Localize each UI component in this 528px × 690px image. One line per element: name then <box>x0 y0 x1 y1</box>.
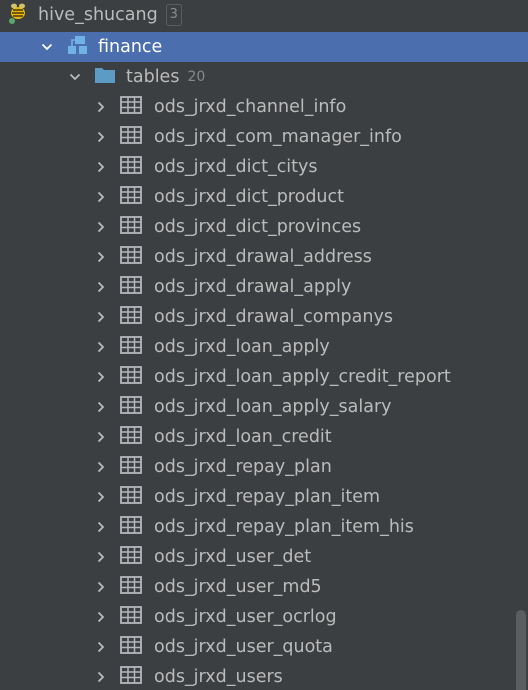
table-name: ods_jrxd_dict_citys <box>154 157 318 177</box>
chevron-right-icon[interactable] <box>94 400 108 414</box>
table-icon <box>120 126 142 148</box>
node-count-badge: 3 <box>165 4 182 26</box>
table-row[interactable]: ods_jrxd_drawal_apply <box>0 272 514 302</box>
table-row[interactable]: ods_jrxd_drawal_companys <box>0 302 514 332</box>
table-icon <box>120 486 142 508</box>
schema-icon <box>66 35 88 59</box>
table-icon <box>120 306 142 328</box>
table-row[interactable]: ods_jrxd_repay_plan_item <box>0 482 514 512</box>
chevron-down-icon[interactable] <box>40 40 54 54</box>
table-name: ods_jrxd_repay_plan_item <box>154 487 381 507</box>
table-icon <box>120 636 142 658</box>
chevron-right-icon[interactable] <box>94 370 108 384</box>
chevron-right-icon[interactable] <box>94 610 108 624</box>
chevron-right-icon[interactable] <box>94 460 108 474</box>
tree-node-hive-shucang[interactable]: hive_shucang 3 <box>0 0 514 30</box>
table-name: ods_jrxd_com_manager_info <box>154 127 402 147</box>
table-icon <box>120 216 142 238</box>
tree-node-label: finance <box>98 37 163 57</box>
table-name: ods_jrxd_user_quota <box>154 637 333 657</box>
table-icon <box>120 576 142 598</box>
chevron-right-icon[interactable] <box>94 310 108 324</box>
table-name: ods_jrxd_repay_plan <box>154 457 332 477</box>
chevron-down-icon[interactable] <box>68 70 82 84</box>
chevron-right-icon[interactable] <box>94 250 108 264</box>
table-name: ods_jrxd_users <box>154 667 283 687</box>
table-row[interactable]: ods_jrxd_loan_apply_credit_report <box>0 362 514 392</box>
chevron-right-icon[interactable] <box>94 550 108 564</box>
table-name: ods_jrxd_repay_plan_item_his <box>154 517 414 537</box>
chevron-right-icon[interactable] <box>94 220 108 234</box>
table-name: ods_jrxd_loan_credit <box>154 427 332 447</box>
chevron-right-icon[interactable] <box>94 100 108 114</box>
table-name: ods_jrxd_user_md5 <box>154 577 322 597</box>
table-row[interactable]: ods_jrxd_dict_provinces <box>0 212 514 242</box>
table-icon <box>120 96 142 118</box>
chevron-right-icon[interactable] <box>94 580 108 594</box>
table-icon <box>120 276 142 298</box>
table-icon <box>120 516 142 538</box>
table-row[interactable]: ods_jrxd_users <box>0 662 514 690</box>
table-row[interactable]: ods_jrxd_loan_apply <box>0 332 514 362</box>
table-row[interactable]: ods_jrxd_com_manager_info <box>0 122 514 152</box>
chevron-right-icon[interactable] <box>94 430 108 444</box>
table-icon <box>120 366 142 388</box>
table-name: ods_jrxd_loan_apply_salary <box>154 397 392 417</box>
chevron-right-icon[interactable] <box>94 640 108 654</box>
tree-node-label: hive_shucang <box>38 5 158 25</box>
table-icon <box>120 336 142 358</box>
table-row[interactable]: ods_jrxd_drawal_address <box>0 242 514 272</box>
table-name: ods_jrxd_loan_apply_credit_report <box>154 367 451 387</box>
table-name: ods_jrxd_user_ocrlog <box>154 607 337 627</box>
table-row[interactable]: ods_jrxd_user_ocrlog <box>0 602 514 632</box>
table-name: ods_jrxd_user_det <box>154 547 312 567</box>
table-name: ods_jrxd_loan_apply <box>154 337 330 357</box>
table-row[interactable]: ods_jrxd_repay_plan_item_his <box>0 512 514 542</box>
chevron-right-icon[interactable] <box>94 190 108 204</box>
table-row[interactable]: ods_jrxd_channel_info <box>0 92 514 122</box>
chevron-right-icon[interactable] <box>94 280 108 294</box>
table-name: ods_jrxd_drawal_companys <box>154 307 393 327</box>
table-icon <box>120 606 142 628</box>
table-icon <box>120 246 142 268</box>
table-name: ods_jrxd_drawal_apply <box>154 277 352 297</box>
table-row[interactable]: ods_jrxd_dict_citys <box>0 152 514 182</box>
tree-node-finance[interactable]: finance <box>0 32 528 62</box>
chevron-right-icon[interactable] <box>94 490 108 504</box>
node-count: 20 <box>187 69 206 85</box>
chevron-right-icon[interactable] <box>94 340 108 354</box>
chevron-right-icon[interactable] <box>94 520 108 534</box>
database-tree: hive_shucang 3 finance tables 20 ods_jrx… <box>0 0 528 690</box>
chevron-right-icon[interactable] <box>94 160 108 174</box>
tree-node-label: tables <box>126 67 180 87</box>
chevron-right-icon[interactable] <box>94 670 108 684</box>
table-icon <box>120 456 142 478</box>
tree-node-tables-folder[interactable]: tables 20 <box>0 62 514 92</box>
hive-bee-icon <box>6 1 30 29</box>
table-icon <box>120 426 142 448</box>
table-row[interactable]: ods_jrxd_loan_credit <box>0 422 514 452</box>
table-icon <box>120 186 142 208</box>
table-row[interactable]: ods_jrxd_repay_plan <box>0 452 514 482</box>
table-row[interactable]: ods_jrxd_loan_apply_salary <box>0 392 514 422</box>
table-icon <box>120 396 142 418</box>
table-name: ods_jrxd_dict_product <box>154 187 344 207</box>
table-icon <box>120 546 142 568</box>
table-row[interactable]: ods_jrxd_user_det <box>0 542 514 572</box>
chevron-right-icon[interactable] <box>94 130 108 144</box>
table-name: ods_jrxd_channel_info <box>154 97 347 117</box>
table-name: ods_jrxd_dict_provinces <box>154 217 362 237</box>
table-icon <box>120 666 142 688</box>
vertical-scrollbar[interactable] <box>516 610 526 690</box>
table-row[interactable]: ods_jrxd_user_md5 <box>0 572 514 602</box>
folder-icon <box>94 66 116 88</box>
table-row[interactable]: ods_jrxd_user_quota <box>0 632 514 662</box>
table-icon <box>120 156 142 178</box>
table-row[interactable]: ods_jrxd_dict_product <box>0 182 514 212</box>
table-name: ods_jrxd_drawal_address <box>154 247 372 267</box>
